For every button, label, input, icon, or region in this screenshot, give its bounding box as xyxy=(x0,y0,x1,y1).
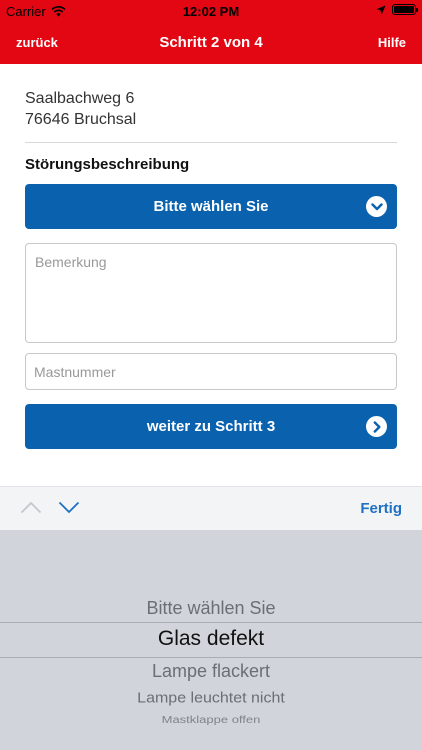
mast-placeholder: Mastnummer xyxy=(34,364,116,380)
section-title: Störungsbeschreibung xyxy=(25,156,190,173)
nav-bar: zurück Schritt 2 von 4 Hilfe xyxy=(0,22,422,64)
chevron-right-icon xyxy=(366,416,387,437)
picker-option[interactable]: Lampe flackert xyxy=(0,661,422,682)
location-arrow-icon xyxy=(376,5,386,14)
next-step-label: weiter zu Schritt 3 xyxy=(146,418,276,435)
chevron-down-icon xyxy=(366,196,387,217)
previous-field-button[interactable] xyxy=(20,501,42,519)
status-time: 12:02 PM xyxy=(182,4,240,19)
remark-textarea[interactable]: Bemerkung xyxy=(25,243,397,343)
keyboard-toolbar: Fertig xyxy=(0,486,422,530)
done-button[interactable]: Fertig xyxy=(360,500,402,517)
chevron-up-icon xyxy=(20,501,42,514)
next-step-button[interactable]: weiter zu Schritt 3 xyxy=(25,404,397,449)
picker-option[interactable]: Lampe leuchtet nicht xyxy=(0,691,422,708)
address-city: 76646 Bruchsal xyxy=(25,111,137,128)
divider xyxy=(25,142,397,143)
mast-number-input[interactable]: Mastnummer xyxy=(25,353,397,390)
fault-select-button[interactable]: Bitte wählen Sie xyxy=(25,184,397,229)
help-button[interactable]: Hilfe xyxy=(378,35,406,50)
remark-placeholder: Bemerkung xyxy=(35,254,107,270)
fault-picker[interactable]: Bitte wählen Sie Glas defekt Lampe flack… xyxy=(0,530,422,750)
picker-option[interactable]: Mastklappe offen xyxy=(0,714,422,726)
battery-icon xyxy=(392,4,418,15)
picker-selection-top-line xyxy=(0,622,422,623)
status-right xyxy=(376,4,418,15)
picker-selection-bottom-line xyxy=(0,657,422,658)
main-content: Saalbachweg 6 76646 Bruchsal Störungsbes… xyxy=(25,64,397,449)
picker-option-selected[interactable]: Glas defekt xyxy=(0,627,422,651)
page-title: Schritt 2 von 4 xyxy=(159,34,263,51)
fault-select-label: Bitte wählen Sie xyxy=(153,198,269,215)
next-field-button[interactable] xyxy=(58,501,80,519)
address-street: Saalbachweg 6 xyxy=(25,90,135,107)
chevron-down-icon xyxy=(58,501,80,514)
address-block: Saalbachweg 6 76646 Bruchsal xyxy=(25,88,397,130)
picker-option[interactable]: Bitte wählen Sie xyxy=(0,598,422,619)
status-bar: Carrier 12:02 PM xyxy=(0,0,422,22)
